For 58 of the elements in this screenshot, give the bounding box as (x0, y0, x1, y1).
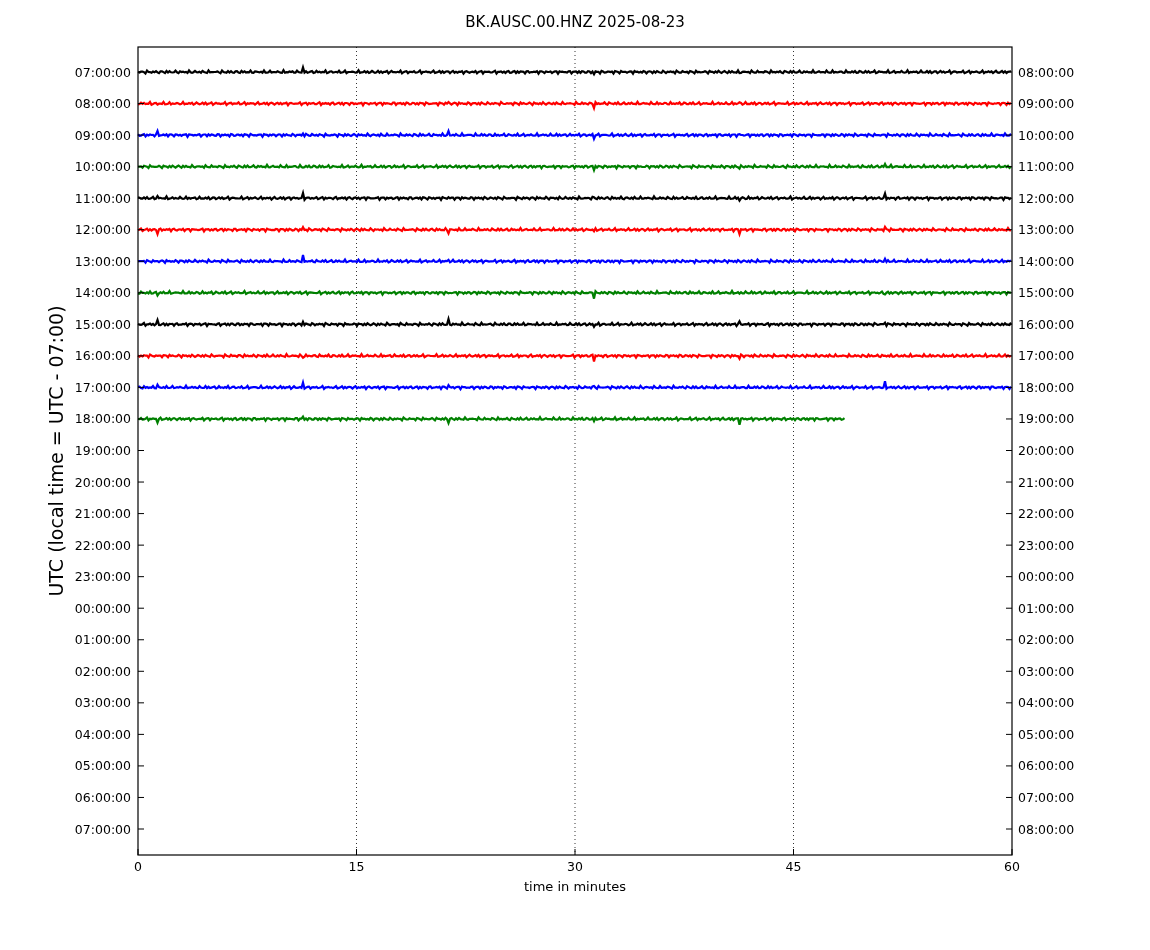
y-tick-label: 16:00:00 (74, 348, 131, 364)
y-tick-label: 06:00:00 (74, 789, 131, 805)
x-tick-label: 60 (1004, 859, 1020, 874)
y-tick-label: 08:00:00 (1018, 821, 1075, 837)
y-tick-label: 15:00:00 (74, 316, 131, 332)
y-tick-label: 02:00:00 (1018, 632, 1075, 648)
y-tick-label: 11:00:00 (74, 190, 131, 206)
y-tick-label: 06:00:00 (1018, 758, 1075, 774)
y-tick-label: 07:00:00 (74, 64, 131, 80)
y-tick-label: 03:00:00 (1018, 663, 1075, 679)
x-tick-label: 0 (134, 859, 142, 874)
y-tick-label: 05:00:00 (1018, 726, 1075, 742)
y-tick-label: 16:00:00 (1018, 316, 1075, 332)
x-tick-label: 15 (348, 859, 365, 874)
y-tick-label: 00:00:00 (74, 600, 131, 616)
x-tick-label: 45 (785, 859, 802, 874)
y-tick-label: 07:00:00 (74, 821, 131, 837)
y-tick-label: 05:00:00 (74, 758, 131, 774)
x-tick-label: 30 (567, 859, 583, 874)
y-tick-label: 09:00:00 (1018, 96, 1075, 112)
y-tick-label: 19:00:00 (1018, 411, 1075, 427)
y-tick-label: 21:00:00 (74, 506, 131, 522)
y-tick-label: 14:00:00 (74, 285, 131, 301)
y-tick-label: 01:00:00 (74, 632, 131, 648)
y-tick-label: 02:00:00 (74, 663, 131, 679)
y-tick-label: 22:00:00 (74, 537, 131, 553)
y-tick-label: 13:00:00 (1018, 222, 1075, 238)
y-tick-label: 17:00:00 (74, 379, 131, 395)
y-tick-label: 11:00:00 (1018, 159, 1075, 175)
y-tick-label: 04:00:00 (1018, 695, 1075, 711)
y-tick-label: 18:00:00 (1018, 379, 1075, 395)
y-tick-label: 03:00:00 (74, 695, 131, 711)
y-tick-label: 23:00:00 (74, 569, 131, 585)
y-tick-label: 20:00:00 (74, 474, 131, 490)
y-tick-label: 22:00:00 (1018, 506, 1075, 522)
y-tick-label: 07:00:00 (1018, 789, 1075, 805)
y-tick-label: 04:00:00 (74, 726, 131, 742)
y-tick-label: 21:00:00 (1018, 474, 1075, 490)
y-tick-label: 09:00:00 (74, 127, 131, 143)
y-tick-label: 12:00:00 (74, 222, 131, 238)
y-tick-label: 13:00:00 (74, 253, 131, 269)
y-tick-label: 17:00:00 (1018, 348, 1075, 364)
y-tick-label: 10:00:00 (1018, 127, 1075, 143)
y-tick-label: 18:00:00 (74, 411, 131, 427)
x-axis-label: time in minutes (523, 879, 627, 894)
y-tick-label: 20:00:00 (1018, 443, 1075, 458)
y-tick-label: 15:00:00 (1018, 285, 1075, 301)
y-tick-label: 23:00:00 (1018, 537, 1075, 553)
y-tick-label: 14:00:00 (1018, 253, 1075, 269)
y-tick-label: 00:00:00 (1018, 569, 1075, 585)
y-tick-label: 01:00:00 (1018, 600, 1075, 616)
y-axis-label: UTC (local time = UTC - 07:00) (45, 305, 67, 597)
y-tick-label: 19:00:00 (74, 443, 131, 458)
y-tick-label: 12:00:00 (1018, 190, 1075, 206)
y-tick-label: 08:00:00 (1018, 64, 1075, 80)
y-tick-label: 08:00:00 (74, 96, 131, 112)
chart-title: BK.AUSC.00.HNZ 2025-08-23 (465, 13, 685, 31)
y-tick-label: 10:00:00 (74, 159, 131, 175)
